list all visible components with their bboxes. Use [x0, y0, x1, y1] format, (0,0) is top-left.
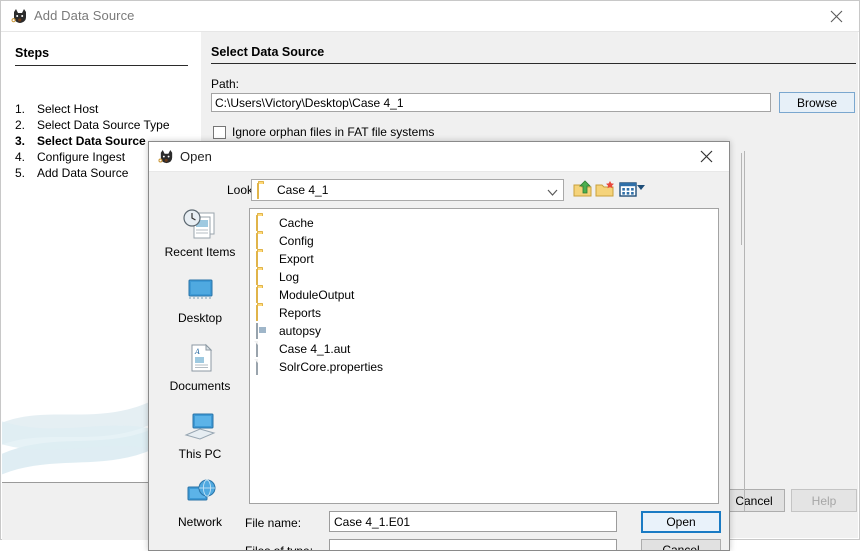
- open-dialog-titlebar: Open: [149, 142, 729, 172]
- shortcut-label: Network: [177, 515, 222, 529]
- shortcut-desktop[interactable]: Desktop: [157, 274, 243, 325]
- list-item-label: Case 4_1.aut: [279, 342, 351, 356]
- ignore-orphan-files-label: Ignore orphan files in FAT file systems: [232, 125, 435, 139]
- list-item[interactable]: Config: [256, 232, 314, 250]
- list-item[interactable]: Log: [256, 268, 299, 286]
- network-icon: [180, 478, 220, 512]
- shortcut-documents[interactable]: A Documents: [157, 342, 243, 393]
- list-item[interactable]: SolrCore.properties: [256, 358, 383, 376]
- browse-button[interactable]: Browse: [779, 92, 855, 113]
- up-one-level-icon[interactable]: [572, 178, 594, 200]
- step-number: 5.: [15, 166, 26, 180]
- places-shortcut-rail: Recent Items Desktop A Documents This PC…: [157, 208, 243, 538]
- autopsy-dog-logo-icon: [158, 149, 175, 166]
- close-icon[interactable]: [685, 142, 727, 171]
- background-separator: [741, 153, 742, 245]
- folder-icon: [256, 233, 272, 249]
- list-item[interactable]: Case 4_1.aut: [256, 340, 350, 358]
- folder-icon: [256, 287, 272, 303]
- create-new-folder-icon[interactable]: [594, 178, 616, 200]
- list-item-label: Export: [279, 252, 314, 266]
- list-item-label: Reports: [279, 306, 322, 320]
- file-name-label: File name:: [245, 516, 302, 530]
- background-separator: [744, 151, 745, 511]
- list-item[interactable]: autopsy: [256, 322, 321, 340]
- shortcut-label: Documents: [169, 379, 231, 393]
- svg-text:A: A: [194, 348, 200, 356]
- step-label: Select Host: [37, 102, 99, 116]
- list-item-label: Cache: [279, 216, 314, 230]
- step-number: 2.: [15, 118, 26, 132]
- ignore-orphan-files-checkbox[interactable]: [213, 125, 226, 139]
- file-list[interactable]: Cache Config Export Log ModuleOutput Rep…: [249, 208, 719, 504]
- wizard-titlebar: Add Data Source: [1, 1, 859, 32]
- shortcut-this-pc[interactable]: This PC: [157, 410, 243, 461]
- shortcut-recent-items[interactable]: Recent Items: [157, 208, 243, 259]
- this-pc-icon: [180, 410, 220, 444]
- wizard-step-1: 1. Select Host: [15, 102, 195, 118]
- files-of-type-combobox[interactable]: [329, 539, 617, 550]
- files-of-type-label: Files of type:: [245, 544, 314, 551]
- shortcut-label: Recent Items: [164, 245, 236, 259]
- shortcut-label: Desktop: [177, 311, 223, 325]
- step-label: Select Data Source Type: [37, 118, 170, 132]
- open-file-dialog: Open Look in: Case 4_1 Recent Items Desk…: [148, 141, 730, 551]
- list-item[interactable]: Export: [256, 250, 314, 268]
- documents-icon: A: [180, 342, 220, 376]
- file-icon: [256, 341, 272, 357]
- step-number: 3.: [15, 134, 26, 148]
- step-label: Select Data Source: [37, 134, 146, 148]
- step-number: 4.: [15, 150, 26, 164]
- shortcut-label: This PC: [178, 447, 222, 461]
- open-dialog-title: Open: [180, 149, 212, 164]
- open-button[interactable]: Open: [641, 511, 721, 533]
- step-label: Add Data Source: [37, 166, 129, 180]
- list-item[interactable]: ModuleOutput: [256, 286, 354, 304]
- list-item-label: autopsy: [279, 324, 322, 338]
- file-name-input[interactable]: [329, 511, 617, 532]
- desktop-icon: [180, 274, 220, 308]
- chevron-down-icon[interactable]: [547, 186, 558, 196]
- steps-heading-divider: [15, 65, 188, 66]
- steps-heading: Steps: [15, 46, 50, 60]
- folder-icon: [256, 251, 272, 267]
- page-title-divider: [211, 63, 856, 64]
- list-item-label: Log: [279, 270, 300, 284]
- wizard-cancel-button[interactable]: Cancel: [723, 489, 785, 512]
- list-item-label: SolrCore.properties: [279, 360, 384, 374]
- shortcut-network[interactable]: Network: [157, 478, 243, 529]
- step-number: 1.: [15, 102, 26, 116]
- wizard-step-2: 2. Select Data Source Type: [15, 118, 195, 134]
- view-menu-icon[interactable]: [617, 178, 639, 200]
- list-item-label: Config: [279, 234, 314, 248]
- page-title: Select Data Source: [211, 45, 325, 59]
- path-input[interactable]: [211, 93, 771, 112]
- recent-items-icon: [180, 208, 220, 242]
- folder-icon: [256, 305, 272, 321]
- close-icon[interactable]: [813, 1, 859, 31]
- autopsy-dog-logo-icon: [11, 8, 29, 26]
- wizard-title: Add Data Source: [34, 8, 135, 23]
- folder-icon: [257, 183, 271, 199]
- dialog-cancel-button[interactable]: Cancel: [641, 539, 721, 550]
- look-in-value: Case 4_1: [277, 183, 329, 197]
- look-in-combobox[interactable]: Case 4_1: [251, 179, 564, 201]
- list-item[interactable]: Cache: [256, 214, 314, 232]
- application-icon: [256, 323, 272, 339]
- step-label: Configure Ingest: [37, 150, 126, 164]
- file-icon: [256, 359, 272, 375]
- ignore-orphan-files-checkbox-row[interactable]: Ignore orphan files in FAT file systems: [213, 125, 434, 139]
- chevron-down-icon[interactable]: [637, 185, 645, 190]
- folder-icon: [256, 269, 272, 285]
- list-item[interactable]: Reports: [256, 304, 321, 322]
- folder-icon: [256, 215, 272, 231]
- list-item-label: ModuleOutput: [279, 288, 355, 302]
- path-label: Path:: [211, 77, 240, 91]
- wizard-help-button: Help: [791, 489, 857, 512]
